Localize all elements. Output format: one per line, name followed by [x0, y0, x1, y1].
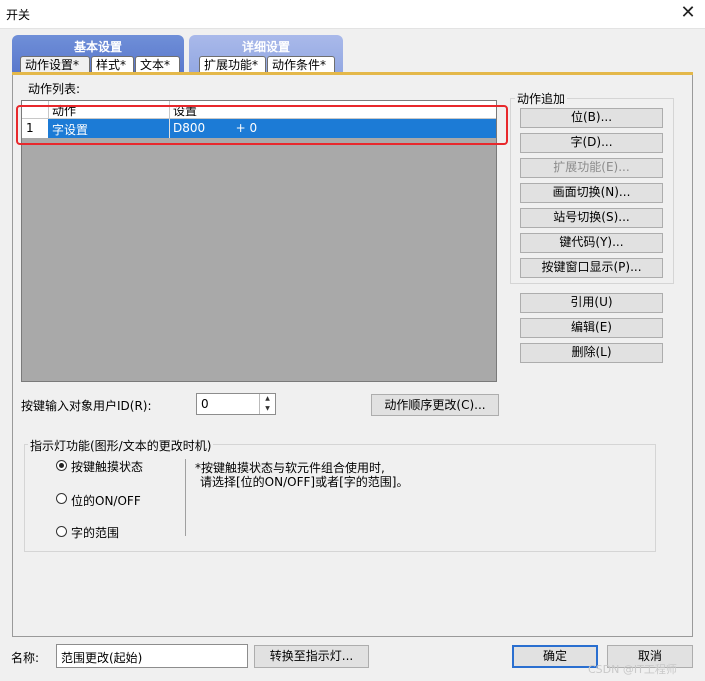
- add-key-code-button[interactable]: 键代码(Y)...: [520, 233, 663, 253]
- close-icon[interactable]: ✕: [678, 3, 698, 23]
- tab-group-basic-label: 基本设置: [73, 40, 122, 54]
- add-screen-switch-button[interactable]: 画面切换(N)...: [520, 183, 663, 203]
- tab-style[interactable]: 样式*: [91, 56, 134, 73]
- add-bit-button[interactable]: 位(B)...: [520, 108, 663, 128]
- convert-to-indicator-button[interactable]: 转换至指示灯...: [254, 645, 369, 668]
- indicator-group-label: 指示灯功能(图形/文本的更改时机): [28, 437, 214, 454]
- radio-key-touch-label: 按键触摸状态: [71, 460, 144, 474]
- user-id-label: 按键输入对象用户ID(R):: [21, 399, 152, 413]
- add-extended-button[interactable]: 扩展功能(E)...: [520, 158, 663, 178]
- title-bar: [0, 0, 705, 29]
- tab-action-settings[interactable]: 动作设置*: [20, 56, 90, 73]
- user-id-value: 0: [201, 397, 209, 411]
- change-order-button[interactable]: 动作顺序更改(C)...: [371, 394, 499, 416]
- ok-button[interactable]: 确定: [512, 645, 598, 668]
- radio-word-range[interactable]: [56, 526, 67, 537]
- tab-action-condition[interactable]: 动作条件*: [267, 56, 335, 73]
- name-input-value: 范围更改(起始): [61, 651, 143, 665]
- stepper-down-icon[interactable]: ▼: [260, 404, 275, 414]
- name-label: 名称:: [11, 651, 40, 665]
- add-word-button[interactable]: 字(D)...: [520, 133, 663, 153]
- indicator-divider: [185, 459, 186, 536]
- radio-bit-onoff-label: 位的ON/OFF: [71, 494, 141, 508]
- watermark: CSDN @IT工程师: [588, 663, 677, 676]
- edit-button[interactable]: 编辑(E): [520, 318, 663, 338]
- indicator-note-line2: 请选择[位的ON/OFF]或者[字的范围]。: [200, 475, 409, 489]
- user-id-stepper[interactable]: 0 ▲ ▼: [196, 393, 276, 415]
- add-key-window-button[interactable]: 按键窗口显示(P)...: [520, 258, 663, 278]
- add-station-switch-button[interactable]: 站号切换(S)...: [520, 208, 663, 228]
- radio-selected-dot: [59, 463, 64, 468]
- stepper-buttons: ▲ ▼: [259, 394, 275, 414]
- action-add-label: 动作追加: [515, 90, 568, 107]
- radio-word-range-label: 字的范围: [71, 526, 120, 540]
- annotation-highlight-box: [16, 105, 508, 145]
- stepper-up-icon[interactable]: ▲: [260, 394, 275, 404]
- radio-key-touch[interactable]: [56, 460, 67, 471]
- action-list-label: 动作列表:: [28, 82, 81, 96]
- name-input[interactable]: 范围更改(起始): [56, 644, 248, 668]
- tab-text[interactable]: 文本*: [135, 56, 180, 73]
- reference-button[interactable]: 引用(U): [520, 293, 663, 313]
- radio-bit-onoff[interactable]: [56, 493, 67, 504]
- tab-group-detail-label: 详细设置: [241, 40, 290, 54]
- window-title: 开关: [6, 8, 31, 22]
- tab-extended[interactable]: 扩展功能*: [199, 56, 266, 73]
- delete-button[interactable]: 删除(L): [520, 343, 663, 363]
